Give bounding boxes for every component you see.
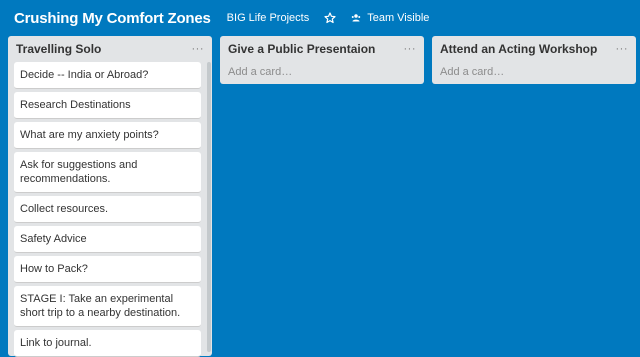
list-travelling-solo: Travelling Solo ··· Decide -- India or A…: [8, 36, 212, 356]
card[interactable]: STAGE I: Take an experimental short trip…: [14, 286, 201, 327]
card[interactable]: Decide -- India or Abroad?: [14, 62, 201, 89]
card[interactable]: How to Pack?: [14, 256, 201, 283]
star-icon[interactable]: [323, 11, 337, 25]
list-header: Attend an Acting Workshop ···: [432, 36, 636, 62]
list-public-presentation: Give a Public Presentaion ··· Add a card…: [220, 36, 424, 84]
visibility-button[interactable]: Team Visible: [351, 12, 429, 24]
card[interactable]: Collect resources.: [14, 196, 201, 223]
add-card-button[interactable]: Add a card…: [220, 62, 424, 84]
card[interactable]: Research Destinations: [14, 92, 201, 119]
list-menu-icon[interactable]: ···: [192, 45, 205, 53]
card[interactable]: Safety Advice: [14, 226, 201, 253]
board-title[interactable]: Crushing My Comfort Zones: [14, 10, 211, 27]
list-header: Give a Public Presentaion ···: [220, 36, 424, 62]
card-list: Decide -- India or Abroad? Research Dest…: [8, 62, 212, 357]
list-header: Travelling Solo ···: [8, 36, 212, 62]
add-card-button[interactable]: Add a card…: [432, 62, 636, 84]
list-title[interactable]: Give a Public Presentaion: [228, 42, 375, 56]
list-menu-icon[interactable]: ···: [404, 45, 417, 53]
card[interactable]: Ask for suggestions and recommendations.: [14, 152, 201, 193]
card[interactable]: What are my anxiety points?: [14, 122, 201, 149]
org-link[interactable]: BIG Life Projects: [227, 12, 310, 24]
board-header: Crushing My Comfort Zones BIG Life Proje…: [0, 0, 640, 36]
list-title[interactable]: Attend an Acting Workshop: [440, 42, 597, 56]
list-acting-workshop: Attend an Acting Workshop ··· Add a card…: [432, 36, 636, 84]
list-scrollbar[interactable]: [207, 62, 211, 352]
team-icon: [351, 13, 361, 23]
list-title[interactable]: Travelling Solo: [16, 42, 101, 56]
board: Travelling Solo ··· Decide -- India or A…: [8, 36, 640, 350]
visibility-label: Team Visible: [367, 12, 429, 24]
card[interactable]: Link to journal.: [14, 330, 201, 357]
list-menu-icon[interactable]: ···: [616, 45, 629, 53]
